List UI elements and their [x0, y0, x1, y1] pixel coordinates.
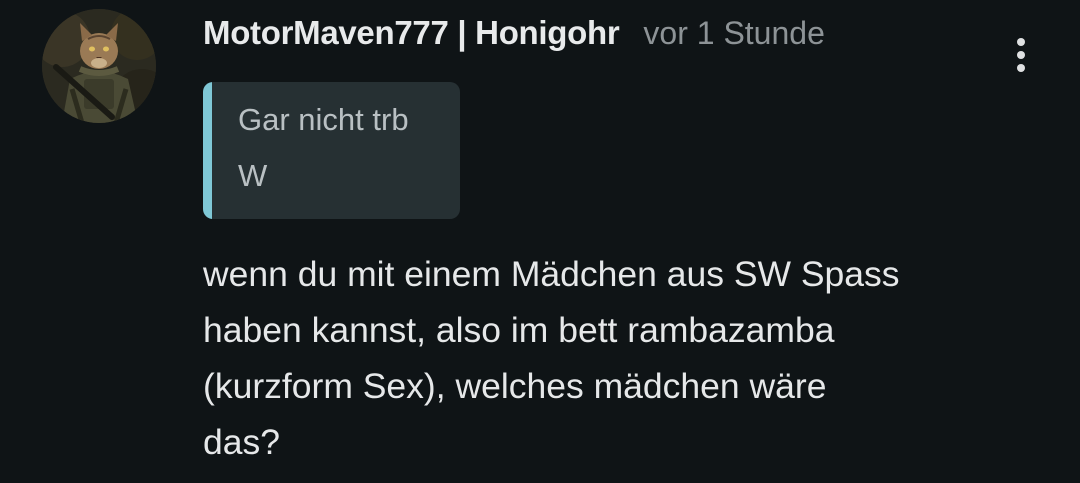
more-vertical-icon-dot: [1017, 38, 1025, 46]
comment-body: wenn du mit einem Mädchen aus SW Spass h…: [203, 246, 1003, 470]
avatar[interactable]: [42, 9, 156, 123]
comment-header: MotorMaven777 | Honigohr vor 1 Stunde: [203, 14, 825, 54]
comment-body-line: wenn du mit einem Mädchen aus SW Spass: [203, 254, 900, 294]
quote-text: W: [238, 158, 268, 193]
comment-body-line: haben kannst, also im bett rambazamba: [203, 310, 835, 350]
comment-body-line: das?: [203, 422, 280, 462]
more-vertical-icon-dot: [1017, 64, 1025, 72]
timestamp: vor 1 Stunde: [643, 15, 825, 51]
comment-body-line: (kurzform Sex), welches mädchen wäre: [203, 366, 827, 406]
quote-accent-bar: [203, 82, 212, 219]
quote-author: Gar nicht trb: [238, 102, 409, 137]
author-name[interactable]: MotorMaven777 | Honigohr: [203, 14, 620, 52]
more-vertical-icon-dot: [1017, 51, 1025, 59]
more-options-button[interactable]: [1000, 30, 1042, 80]
comment-item: MotorMaven777 | Honigohr vor 1 Stunde Ga…: [0, 0, 1080, 483]
cat-soldier-avatar-image: [42, 9, 156, 123]
quoted-reply[interactable]: Gar nicht trb W: [203, 82, 460, 219]
